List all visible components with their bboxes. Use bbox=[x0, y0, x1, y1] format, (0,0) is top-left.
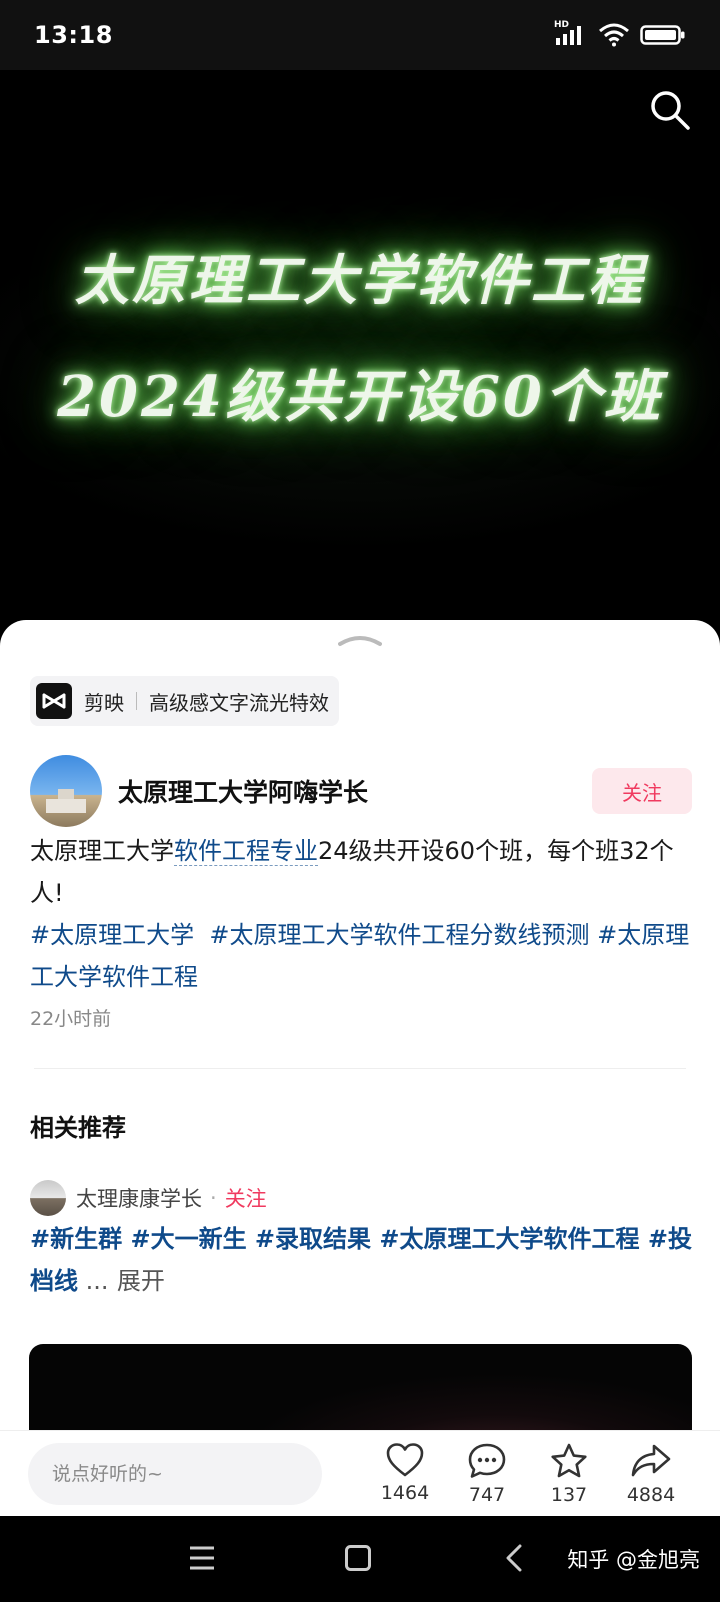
related-hashtags[interactable]: #新生群 #大一新生 #录取结果 #太原理工大学软件工程 #投档线 ... 展开 bbox=[30, 1218, 694, 1302]
menu-icon bbox=[190, 1546, 214, 1570]
follow-button[interactable]: 关注 bbox=[592, 768, 692, 814]
heart-icon bbox=[386, 1442, 424, 1476]
capcut-logo-icon bbox=[36, 683, 72, 719]
author-row: 太原理工大学阿嗨学长 关注 bbox=[30, 755, 692, 827]
desc-keyword-link[interactable]: 软件工程专业 bbox=[174, 837, 318, 866]
system-nav-bar: 知乎 @金旭亮 bbox=[0, 1516, 720, 1602]
battery-icon bbox=[640, 25, 685, 45]
video-overlay-title: 太原理工大学软件工程 bbox=[75, 248, 645, 312]
favorite-count: 137 bbox=[550, 1483, 588, 1506]
related-author-avatar[interactable] bbox=[30, 1180, 66, 1216]
post-detail-sheet: 剪映 高级感文字流光特效 太原理工大学阿嗨学长 关注 太原理工大学软件工程专业2… bbox=[0, 620, 720, 1432]
like-count: 1464 bbox=[380, 1481, 430, 1504]
hashtag-link[interactable]: #太原理工大学 bbox=[30, 921, 194, 949]
post-description: 太原理工大学软件工程专业24级共开设60个班，每个班32个人! #太原理工大学 … bbox=[30, 830, 694, 998]
search-icon[interactable] bbox=[648, 88, 692, 132]
back-chevron-icon bbox=[506, 1544, 522, 1572]
favorite-button[interactable]: 137 bbox=[528, 1442, 610, 1506]
related-follow-button[interactable]: 关注 bbox=[225, 1183, 267, 1213]
menu-nav-button[interactable] bbox=[182, 1538, 222, 1578]
status-time: 13:18 bbox=[34, 21, 113, 49]
home-nav-button[interactable] bbox=[338, 1538, 378, 1578]
ellipsis: ... bbox=[78, 1267, 109, 1295]
related-video-thumbnail[interactable] bbox=[29, 1344, 692, 1432]
author-name[interactable]: 太原理工大学阿嗨学长 bbox=[118, 773, 592, 809]
share-count: 4884 bbox=[626, 1483, 676, 1506]
watermark: 知乎 @金旭亮 bbox=[567, 1548, 700, 1572]
effect-name: 高级感文字流光特效 bbox=[149, 690, 329, 715]
separator-dot: · bbox=[210, 1186, 217, 1210]
effect-chip[interactable]: 剪映 高级感文字流光特效 bbox=[30, 676, 339, 726]
author-avatar[interactable] bbox=[30, 755, 102, 827]
video-overlay-subtitle: 2024级共开设60个班 bbox=[57, 364, 663, 430]
signal-icon: HD bbox=[554, 20, 588, 46]
related-title: 相关推荐 bbox=[30, 1114, 126, 1142]
comment-count: 747 bbox=[468, 1483, 506, 1506]
effect-app-name: 剪映 bbox=[84, 690, 124, 715]
hashtag-link[interactable]: #太原理工大学软件工程分数线预测 bbox=[209, 921, 589, 949]
star-icon bbox=[551, 1443, 587, 1477]
comment-button[interactable]: 747 bbox=[446, 1442, 528, 1506]
expand-button[interactable]: 展开 bbox=[117, 1267, 165, 1295]
video-player[interactable]: 太原理工大学软件工程 2024级共开设60个班 bbox=[0, 70, 720, 630]
chip-divider bbox=[136, 692, 137, 710]
home-square-icon bbox=[345, 1545, 371, 1571]
chevron-up-icon[interactable] bbox=[338, 632, 382, 648]
network-type: HD bbox=[554, 20, 570, 30]
status-bar: 13:18 HD bbox=[0, 0, 720, 70]
wifi-icon bbox=[599, 23, 629, 47]
share-button[interactable]: 4884 bbox=[610, 1442, 692, 1506]
share-arrow-icon bbox=[631, 1444, 671, 1476]
post-time: 22小时前 bbox=[30, 1008, 112, 1030]
action-group: 1464 747 137 4884 bbox=[364, 1442, 692, 1506]
status-icons: HD bbox=[554, 20, 686, 47]
comment-input[interactable] bbox=[28, 1442, 322, 1505]
desc-prefix: 太原理工大学 bbox=[30, 837, 174, 865]
like-button[interactable]: 1464 bbox=[364, 1442, 446, 1506]
action-bar: 1464 747 137 4884 bbox=[0, 1430, 720, 1516]
comment-bubble-icon bbox=[468, 1443, 506, 1478]
related-author-name[interactable]: 太理康康学长 bbox=[76, 1183, 202, 1213]
related-author-row: 太理康康学长 · 关注 bbox=[30, 1180, 267, 1216]
section-divider bbox=[34, 1068, 686, 1069]
back-nav-button[interactable] bbox=[494, 1538, 534, 1578]
